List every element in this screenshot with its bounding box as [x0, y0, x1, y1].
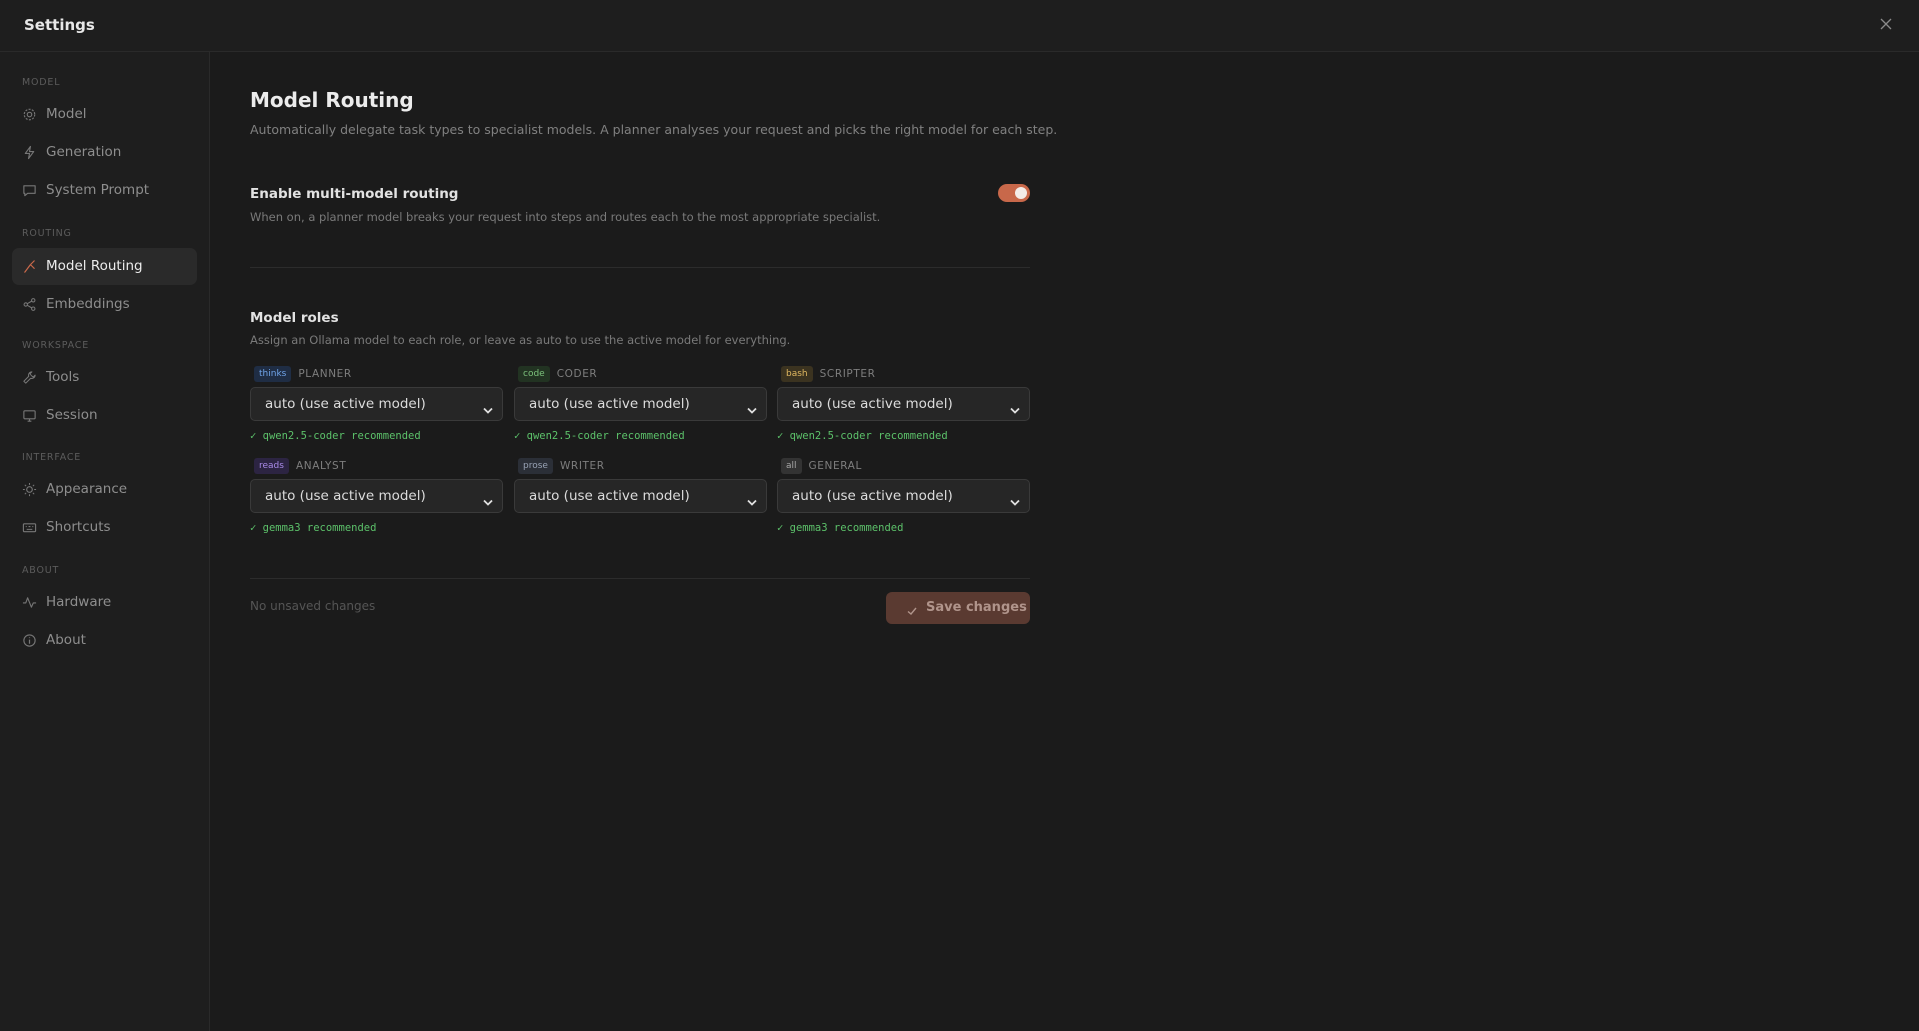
sidebar-item-hardware[interactable]: Hardware [12, 584, 197, 621]
sidebar-item-shortcuts[interactable]: Shortcuts [12, 509, 197, 546]
share-icon [22, 297, 37, 312]
sidebar-item-appearance[interactable]: Appearance [12, 471, 197, 508]
role-name: CODER [556, 368, 598, 380]
sidebar-item-label: About [46, 632, 86, 648]
scripter-model-select[interactable]: auto (use active model) [777, 387, 1030, 421]
chevron-down-icon [483, 400, 493, 414]
divider [250, 578, 1030, 579]
role-name: SCRIPTER [819, 368, 876, 380]
check-icon [906, 602, 918, 615]
sidebar-item-label: Generation [46, 144, 122, 160]
sidebar-item-system-prompt[interactable]: System Prompt [12, 172, 197, 209]
close-icon[interactable] [1877, 15, 1895, 33]
sidebar-item-label: Shortcuts [46, 519, 111, 535]
role-tag: prose [518, 458, 553, 474]
role-recommendation: ✓ gemma3 recommended [250, 522, 377, 534]
save-button[interactable]: Save changes [886, 592, 1030, 624]
toggle-knob [1015, 187, 1027, 199]
role-recommendation: ✓ qwen2.5-coder recommended [777, 430, 948, 442]
sidebar-section-workspace: WORKSPACE [22, 340, 90, 351]
routing-toggle-label: Enable multi-model routing [250, 186, 459, 202]
page-subtitle: Automatically delegate task types to spe… [250, 122, 1058, 137]
save-button-label: Save changes [926, 600, 1027, 615]
role-name: GENERAL [808, 460, 862, 472]
sidebar-item-model-routing[interactable]: Model Routing [12, 248, 197, 285]
select-value: auto (use active model) [792, 488, 953, 504]
divider [250, 267, 1030, 268]
coder-model-select[interactable]: auto (use active model) [514, 387, 767, 421]
select-value: auto (use active model) [529, 396, 690, 412]
sidebar-item-generation[interactable]: Generation [12, 134, 197, 171]
select-value: auto (use active model) [792, 396, 953, 412]
routing-toggle[interactable] [998, 184, 1030, 202]
select-value: auto (use active model) [529, 488, 690, 504]
chevron-down-icon [747, 492, 757, 506]
role-name: WRITER [559, 460, 605, 472]
roles-description: Assign an Ollama model to each role, or … [250, 333, 791, 347]
role-tag: thinks [254, 366, 292, 382]
role-name: PLANNER [298, 368, 352, 380]
sidebar-item-label: Appearance [46, 481, 128, 497]
chevron-down-icon [1010, 400, 1020, 414]
sidebar-section-about: ABOUT [22, 565, 60, 576]
role-name: ANALYST [295, 460, 347, 472]
role-recommendation: ✓ qwen2.5-coder recommended [514, 430, 685, 442]
sidebar-item-embeddings[interactable]: Embeddings [12, 286, 197, 323]
roles-title: Model roles [250, 310, 339, 326]
chevron-down-icon [483, 492, 493, 506]
sidebar-item-session[interactable]: Session [12, 397, 197, 434]
chevron-down-icon [747, 400, 757, 414]
route-icon [22, 259, 37, 274]
title-bar: Settings [0, 0, 1919, 52]
role-recommendation: ✓ gemma3 recommended [777, 522, 904, 534]
page-title: Model Routing [250, 88, 414, 112]
gear-icon [22, 107, 37, 122]
analyst-model-select[interactable]: auto (use active model) [250, 479, 503, 513]
save-status: No unsaved changes [250, 599, 376, 613]
sidebar-item-label: Session [46, 407, 98, 423]
sidebar-section-model: MODEL [22, 77, 61, 88]
activity-icon [22, 595, 37, 610]
monitor-icon [22, 408, 37, 423]
sidebar-item-label: Tools [46, 369, 80, 385]
sidebar-item-about[interactable]: About [12, 622, 197, 659]
routing-toggle-description: When on, a planner model breaks your req… [250, 210, 881, 224]
select-value: auto (use active model) [265, 488, 426, 504]
planner-model-select[interactable]: auto (use active model) [250, 387, 503, 421]
chat-icon [22, 183, 37, 198]
sidebar: MODEL Model Generation System Prompt ROU… [0, 52, 210, 1031]
window-title: Settings [24, 16, 95, 34]
sidebar-item-label: Embeddings [46, 296, 130, 312]
role-tag: bash [781, 366, 813, 382]
sidebar-item-label: Model Routing [46, 258, 143, 274]
sidebar-item-label: Hardware [46, 594, 112, 610]
role-tag: code [518, 366, 550, 382]
keyboard-icon [22, 520, 37, 535]
sidebar-item-label: System Prompt [46, 182, 150, 198]
select-value: auto (use active model) [265, 396, 426, 412]
role-tag: all [781, 458, 802, 474]
general-model-select[interactable]: auto (use active model) [777, 479, 1030, 513]
chevron-down-icon [1010, 492, 1020, 506]
bolt-icon [22, 145, 37, 160]
wrench-icon [22, 370, 37, 385]
writer-model-select[interactable]: auto (use active model) [514, 479, 767, 513]
role-recommendation: ✓ qwen2.5-coder recommended [250, 430, 421, 442]
sidebar-item-tools[interactable]: Tools [12, 359, 197, 396]
sidebar-section-routing: ROUTING [22, 228, 72, 239]
sidebar-item-label: Model [46, 106, 87, 122]
sun-icon [22, 482, 37, 497]
info-icon [22, 633, 37, 648]
role-tag: reads [254, 458, 289, 474]
sidebar-section-interface: INTERFACE [22, 452, 82, 463]
sidebar-item-model[interactable]: Model [12, 96, 197, 133]
